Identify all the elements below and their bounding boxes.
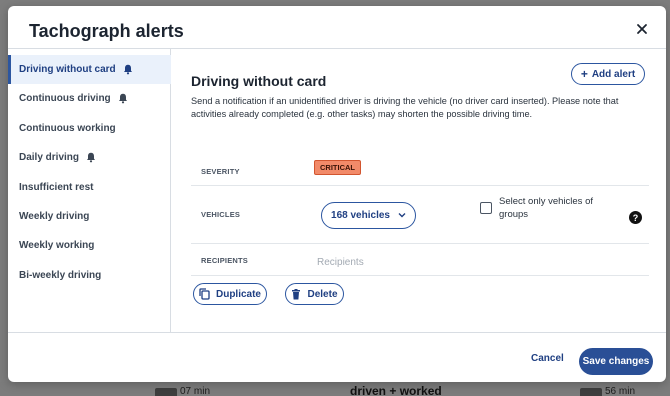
bell-icon: [86, 152, 96, 163]
sidebar-item-label: Weekly driving: [19, 211, 90, 222]
sidebar-item-daily-driving[interactable]: Daily driving: [8, 143, 171, 172]
sidebar-item-label: Continuous driving: [19, 93, 111, 105]
add-alert-label: Add alert: [591, 68, 636, 80]
alert-detail-panel: Driving without card + Add alert Send a …: [172, 49, 666, 332]
tachograph-alerts-dialog: Tachograph alerts Driving without card Co…: [8, 6, 666, 382]
background-duration: 56 min: [605, 386, 636, 396]
alert-type-sidebar: Driving without card Continuous driving Co…: [8, 49, 171, 332]
vehicles-row: VEHICLES 168 vehicles Select only vehicl…: [191, 186, 649, 244]
sidebar-item-label: Continuous working: [19, 122, 116, 134]
dialog-title: Tachograph alerts: [29, 21, 184, 41]
dialog-footer: Cancel Save changes: [8, 332, 666, 382]
sidebar-item-weekly-working[interactable]: Weekly working: [8, 231, 171, 260]
background-label: driven + worked: [350, 384, 442, 396]
vehicle-groups-checkbox[interactable]: [480, 202, 492, 214]
background-chip: [580, 388, 602, 396]
dialog-header: Tachograph alerts: [8, 6, 666, 49]
trash-icon: [292, 288, 301, 299]
severity-row: SEVERITY CRITICAL: [191, 155, 649, 186]
help-icon[interactable]: ?: [629, 211, 642, 224]
sidebar-item-label: Insufficient rest: [19, 181, 94, 193]
recipients-label: RECIPIENTS: [201, 256, 249, 265]
vehicles-label: VEHICLES: [201, 210, 241, 219]
vehicles-dropdown[interactable]: 168 vehicles: [321, 202, 416, 229]
close-icon[interactable]: [635, 22, 649, 36]
bell-icon: [118, 93, 128, 104]
vehicles-dropdown-value: 168 vehicles: [331, 210, 390, 221]
alert-description: Send a notification if an unidentified d…: [191, 96, 619, 119]
recipients-input[interactable]: [317, 255, 517, 269]
sidebar-item-insufficient-rest[interactable]: Insufficient rest: [8, 173, 171, 202]
plus-icon: +: [580, 67, 588, 81]
bell-icon: [123, 64, 133, 75]
save-changes-button[interactable]: Save changes: [579, 348, 653, 375]
add-alert-button[interactable]: + Add alert: [571, 63, 645, 85]
delete-button[interactable]: Delete: [285, 283, 344, 305]
severity-label: SEVERITY: [201, 167, 240, 176]
copy-icon: [199, 288, 210, 300]
sidebar-item-label: Driving without card: [19, 64, 116, 75]
sidebar-item-label: Weekly working: [19, 240, 95, 252]
sidebar-item-bi-weekly-driving[interactable]: Bi-weekly driving: [8, 261, 171, 290]
sidebar-item-driving-without-card[interactable]: Driving without card: [8, 55, 171, 84]
background-chip: [155, 388, 177, 396]
sidebar-item-weekly-driving[interactable]: Weekly driving: [8, 202, 171, 231]
background-duration: 07 min: [180, 386, 211, 396]
duplicate-button[interactable]: Duplicate: [193, 283, 267, 305]
cancel-button[interactable]: Cancel: [531, 353, 564, 364]
sidebar-item-continuous-working[interactable]: Continuous working: [8, 114, 171, 143]
sidebar-item-label: Bi-weekly driving: [19, 269, 102, 281]
recipients-row: RECIPIENTS: [191, 244, 649, 276]
delete-label: Delete: [307, 288, 338, 300]
vehicle-groups-checkbox-label: Select only vehicles of groups: [499, 196, 593, 220]
duplicate-label: Duplicate: [215, 288, 261, 300]
chevron-down-icon: [398, 211, 406, 220]
sidebar-item-label: Daily driving: [19, 152, 80, 164]
alert-title: Driving without card: [191, 73, 327, 89]
background-app: [0, 382, 670, 396]
sidebar-item-continuous-driving[interactable]: Continuous driving: [8, 84, 171, 113]
severity-badge: CRITICAL: [314, 160, 361, 175]
